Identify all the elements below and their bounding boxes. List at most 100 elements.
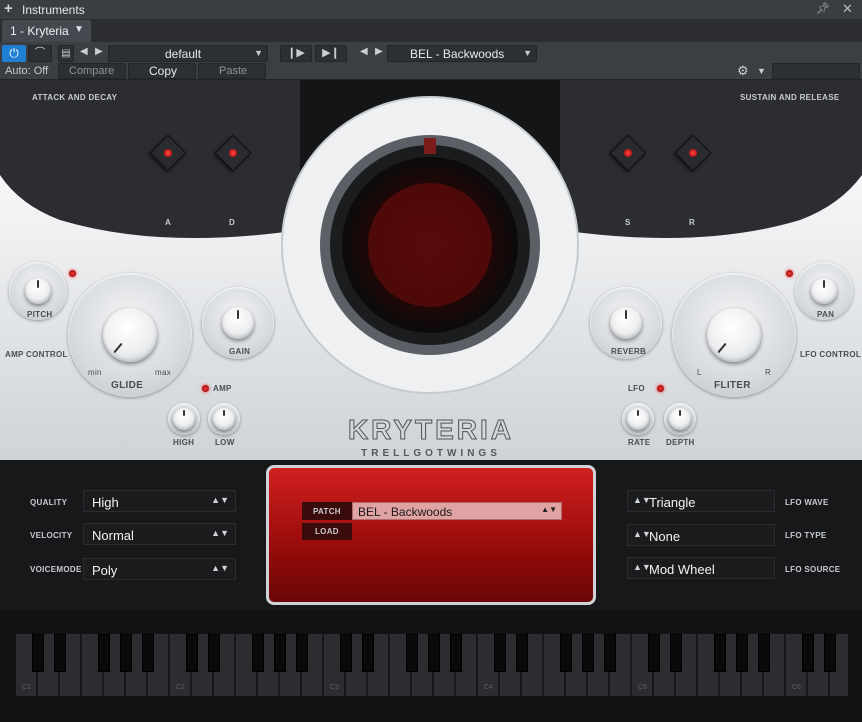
black-key[interactable] xyxy=(252,634,264,672)
black-key[interactable] xyxy=(582,634,594,672)
load-to-slot-button[interactable]: ❙▶ xyxy=(280,45,312,62)
chevron-down-icon[interactable]: ▼ xyxy=(757,66,766,76)
patch-select-arrows-icon: ▲▼ xyxy=(541,505,557,514)
bypass-button[interactable]: ⌒ xyxy=(28,45,52,62)
velocity-select[interactable]: Normal ▲▼ xyxy=(83,523,236,545)
glide-min-label: min xyxy=(88,368,102,377)
next-preset-icon[interactable]: ▶ xyxy=(95,46,103,57)
high-label: HIGH xyxy=(173,438,195,447)
gain-knob[interactable] xyxy=(222,307,254,339)
depth-label: DEPTH xyxy=(666,438,695,447)
black-key[interactable] xyxy=(516,634,528,672)
compare-button[interactable]: Compare xyxy=(58,63,126,79)
rate-label: RATE xyxy=(628,438,651,447)
compare-label: Compare xyxy=(69,65,115,77)
plugin-panel: ATTACK AND DECAY SUSTAIN AND RELEASE A D… xyxy=(0,80,862,722)
release-label: R xyxy=(689,218,696,227)
preset-select[interactable]: default ▼ xyxy=(108,45,268,62)
black-key[interactable] xyxy=(802,634,814,672)
rate-knob[interactable] xyxy=(627,408,649,430)
black-key[interactable] xyxy=(120,634,132,672)
patch-select[interactable]: BEL - Backwoods ▼ xyxy=(387,45,537,62)
paste-button[interactable]: Paste xyxy=(198,63,266,79)
auto-status[interactable]: Auto: Off xyxy=(5,65,48,77)
kryteria-logo: KRYTERIA xyxy=(347,414,515,446)
next-patch-icon[interactable]: ▶ xyxy=(375,46,383,57)
black-key[interactable] xyxy=(32,634,44,672)
preset-file-button[interactable]: ▤ xyxy=(58,45,74,62)
voicemode-select[interactable]: Poly ▲▼ xyxy=(83,558,236,580)
host-title-bar: + Instruments 📌︎ ✕ xyxy=(0,0,862,20)
pin-icon[interactable]: 📌︎ xyxy=(816,2,830,15)
pan-knob[interactable] xyxy=(811,278,837,304)
glide-knob[interactable] xyxy=(103,308,157,362)
logo-tagline: TRELLGOTWINGS xyxy=(361,448,501,459)
depth-knob[interactable] xyxy=(669,408,691,430)
lfo-control-label: LFO CONTROL xyxy=(800,350,862,359)
add-icon[interactable]: + xyxy=(4,0,13,17)
black-key[interactable] xyxy=(560,634,572,672)
reverb-knob[interactable] xyxy=(610,307,642,339)
pan-led xyxy=(786,270,793,277)
black-key[interactable] xyxy=(824,634,836,672)
black-key[interactable] xyxy=(142,634,154,672)
black-key[interactable] xyxy=(648,634,660,672)
toolbar-field xyxy=(772,63,860,79)
piano-keyboard[interactable]: C1C2C3C4C5C6C7 xyxy=(16,634,848,696)
power-button[interactable]: ⏻ xyxy=(2,45,26,62)
tab-bar xyxy=(0,20,862,42)
high-knob[interactable] xyxy=(173,408,195,430)
low-knob[interactable] xyxy=(213,408,235,430)
black-key[interactable] xyxy=(714,634,726,672)
octave-label: C3 xyxy=(330,684,339,691)
close-icon[interactable]: ✕ xyxy=(842,1,853,17)
load-button[interactable]: LOAD xyxy=(302,523,352,540)
black-key[interactable] xyxy=(54,634,66,672)
black-key[interactable] xyxy=(296,634,308,672)
octave-label: C5 xyxy=(638,684,647,691)
black-key[interactable] xyxy=(758,634,770,672)
black-key[interactable] xyxy=(670,634,682,672)
voicemode-label: VOICEMODE xyxy=(30,565,82,574)
prev-preset-icon[interactable]: ◀ xyxy=(80,46,88,57)
quality-select[interactable]: High ▲▼ xyxy=(83,490,236,512)
filter-knob[interactable] xyxy=(707,308,761,362)
black-key[interactable] xyxy=(736,634,748,672)
gear-icon[interactable]: ⚙ xyxy=(737,63,749,79)
patch-select[interactable]: BEL - Backwoods ▲▼ xyxy=(352,502,562,520)
filter-r-label: R xyxy=(765,368,772,377)
black-key[interactable] xyxy=(98,634,110,672)
pitch-led xyxy=(69,270,76,277)
amp-led xyxy=(202,385,209,392)
black-key[interactable] xyxy=(604,634,616,672)
black-key[interactable] xyxy=(208,634,220,672)
skip-button[interactable]: ▶❙ xyxy=(315,45,347,62)
pitch-knob[interactable] xyxy=(25,278,51,304)
black-key[interactable] xyxy=(428,634,440,672)
prev-patch-icon[interactable]: ◀ xyxy=(360,46,368,57)
black-key[interactable] xyxy=(450,634,462,672)
chevron-down-icon[interactable]: ▼ xyxy=(74,24,84,35)
lfo-wave-value: Triangle xyxy=(649,495,696,510)
lfo-source-select[interactable]: ▲▼ Mod Wheel xyxy=(627,557,775,579)
copy-button[interactable]: Copy xyxy=(128,63,196,79)
black-key[interactable] xyxy=(186,634,198,672)
attack-slider-led xyxy=(164,149,172,157)
black-key[interactable] xyxy=(406,634,418,672)
reverb-label: REVERB xyxy=(611,347,647,356)
black-key[interactable] xyxy=(362,634,374,672)
gain-label: GAIN xyxy=(229,347,251,356)
paste-label: Paste xyxy=(219,65,248,77)
lfo-wave-select[interactable]: ▲▼ Triangle xyxy=(627,490,775,512)
tab-label: 1 - Kryteria xyxy=(10,24,69,38)
lfo-type-select[interactable]: ▲▼ None xyxy=(627,524,775,546)
black-key[interactable] xyxy=(340,634,352,672)
tab-instrument[interactable]: 1 - Kryteria ▼ xyxy=(2,20,91,42)
black-key[interactable] xyxy=(494,634,506,672)
decay-label: D xyxy=(229,218,236,227)
panel-shapes xyxy=(0,80,862,460)
black-key[interactable] xyxy=(274,634,286,672)
chevron-down-icon: ▼ xyxy=(523,48,532,58)
lfo-source-label: LFO SOURCE xyxy=(785,565,841,574)
glide-label: GLIDE xyxy=(111,380,144,391)
